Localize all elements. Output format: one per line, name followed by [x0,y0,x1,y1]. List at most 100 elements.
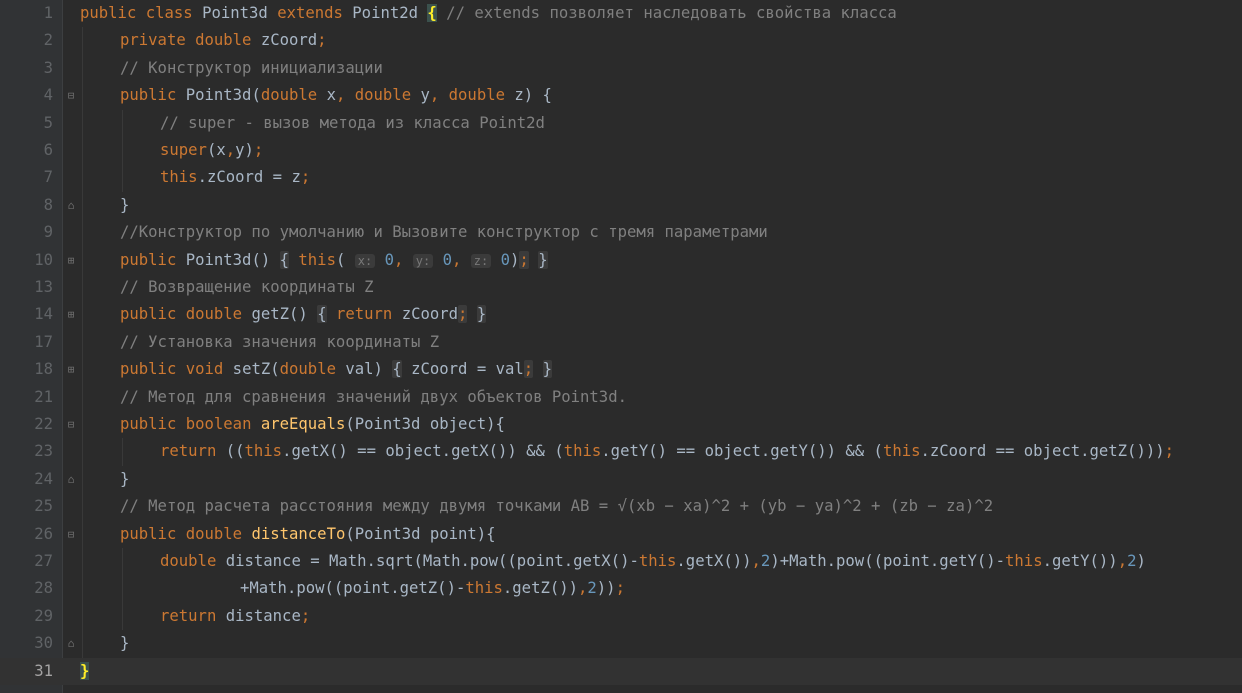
code-line[interactable]: 18 ⊞ public void setZ(double val) { zCoord… [0,356,1242,384]
code-line[interactable]: 14 ⊞ public double getZ() { return zCoord;… [0,301,1242,329]
code-text[interactable]: double distance = Math.sqrt(Math.pow((po… [160,552,1146,571]
code-line[interactable]: 27 double distance = Math.sqrt(Math.pow((… [0,548,1242,576]
code-line[interactable]: 22 ⊟ public boolean areEquals(Point3d obje… [0,411,1242,439]
line-number[interactable]: 3 [0,59,53,78]
fold-expand-icon[interactable]: ⊞ [66,255,76,266]
code-line[interactable]: 2 private double zCoord; [0,27,1242,55]
line-number[interactable]: 21 [0,388,53,407]
code-text[interactable]: // Метод расчета расстояния между двумя … [120,497,993,516]
code-line[interactable]: 29 return distance; [0,602,1242,631]
line-number[interactable]: 25 [0,497,53,516]
line-number[interactable]: 5 [0,114,53,133]
line-number[interactable]: 31 [0,662,53,681]
line-number[interactable]: 2 [0,31,53,50]
code-line[interactable]: 30 ⌂} [0,630,1242,658]
code-text[interactable]: public class Point3d extends Point2d { /… [80,4,897,23]
code-text[interactable]: //Конструктор по умолчанию и Вызовите ко… [120,223,768,242]
code-token: } [80,661,90,680]
line-number[interactable]: 29 [0,607,53,626]
code-text[interactable]: public double distanceTo(Point3d point){ [120,525,496,544]
code-line[interactable]: 3 // Конструктор инициализации [0,54,1242,83]
code-text[interactable]: public Point3d(double x, double y, doubl… [120,86,552,105]
code-token: Point2d [342,4,428,22]
code-text[interactable]: public double getZ() { return zCoord; } [120,305,487,324]
line-number[interactable]: 7 [0,168,53,187]
code-line[interactable]: 5 // super - вызов метода из класса Point… [0,109,1242,137]
code-line[interactable]: 31} [0,657,1242,685]
code-text[interactable]: public Point3d() { this( x: 0, y: 0, z: … [120,250,548,271]
line-number[interactable]: 27 [0,552,53,571]
line-number[interactable]: 9 [0,223,53,242]
code-text[interactable]: // Метод для сравнения значений двух объ… [120,388,627,407]
code-text[interactable]: public void setZ(double val) { zCoord = … [120,360,552,379]
line-number[interactable]: 8 [0,196,53,215]
code-line[interactable]: 1 public class Point3d extends Point2d { … [0,0,1242,27]
code-editor[interactable]: 1 public class Point3d extends Point2d { … [0,0,1242,693]
code-text[interactable]: private double zCoord; [120,31,327,50]
code-token: Point3d( [176,86,261,105]
line-number[interactable]: 4 [0,86,53,105]
fold-end-icon[interactable]: ⌂ [66,638,76,649]
code-text[interactable]: // Установка значения координаты Z [120,333,439,352]
code-token: boolean [185,415,252,433]
code-text[interactable]: } [120,196,129,215]
code-text[interactable]: // Конструктор инициализации [120,59,383,78]
line-number[interactable]: 14 [0,305,53,324]
code-text[interactable]: return ((this.getX() == object.getX()) &… [160,442,1174,461]
code-line[interactable]: 26 ⊟ public double distanceTo(Point3d poin… [0,520,1242,548]
line-number[interactable]: 18 [0,360,53,379]
code-line[interactable]: 23 return ((this.getX() == object.getX())… [0,438,1242,466]
code-line[interactable]: 24 ⌂} [0,465,1242,494]
code-line[interactable]: 25 // Метод расчета расстояния между двум… [0,493,1242,521]
code-text[interactable]: // super - вызов метода из класса Point2… [160,114,545,133]
line-number[interactable]: 24 [0,470,53,489]
line-number[interactable]: 13 [0,278,53,297]
code-text[interactable]: super(x,y); [160,141,263,160]
code-line[interactable]: 4 ⊟ public Point3d(double x, double y, dou… [0,82,1242,110]
code-line[interactable]: 8 ⌂} [0,191,1242,220]
fold-collapse-icon[interactable]: ⊟ [66,90,76,101]
code-token: ((point.getZ()- [324,579,466,598]
code-text[interactable]: // Возвращение координаты Z [120,278,373,297]
code-token: , [225,141,236,159]
fold-end-icon[interactable]: ⌂ [66,200,76,211]
code-text[interactable]: +Math.pow((point.getZ()-this.getZ()),2))… [240,579,625,598]
code-text[interactable]: } [120,634,129,653]
line-number[interactable]: 6 [0,141,53,160]
code-token: .zCoord = z [197,168,301,187]
line-number[interactable]: 30 [0,634,53,653]
fold-expand-icon[interactable]: ⊞ [66,364,76,375]
line-number[interactable]: 1 [0,4,53,23]
code-text[interactable]: return distance; [160,607,310,626]
code-text[interactable]: this.zCoord = z; [160,168,310,187]
code-line[interactable]: 13 // Возвращение координаты Z [0,274,1242,302]
fold-end-icon[interactable]: ⌂ [66,474,76,485]
line-number[interactable]: 10 [0,251,53,270]
line-number[interactable]: 26 [0,525,53,544]
code-text[interactable]: public boolean areEquals(Point3d object)… [120,415,505,434]
line-number[interactable]: 22 [0,415,53,434]
code-token: distanceTo [251,524,346,543]
code-token: this [298,250,336,269]
fold-collapse-icon[interactable]: ⊟ [66,529,76,540]
fold-collapse-icon[interactable]: ⊟ [66,419,76,430]
code-text[interactable]: } [80,661,90,681]
code-line[interactable]: 10 ⊞ public Point3d() { this( x: 0, y: 0, … [0,246,1242,274]
code-line[interactable]: 28 +Math.pow((point.getZ()-this.getZ()),2… [0,575,1242,603]
line-number[interactable]: 23 [0,442,53,461]
code-token: { [279,250,290,269]
code-line[interactable]: 6 super(x,y); [0,137,1242,165]
line-number[interactable]: 28 [0,579,53,598]
indent-guide [82,575,83,603]
code-line[interactable]: 7 this.zCoord = z; [0,164,1242,192]
code-token: return [160,606,217,625]
code-line[interactable]: 9 //Конструктор по умолчанию и Вызовите к… [0,219,1242,247]
code-line[interactable]: 21 // Метод для сравнения значений двух о… [0,383,1242,411]
code-line[interactable]: 17 // Установка значения координаты Z [0,328,1242,357]
code-token: distance [216,606,301,625]
line-number[interactable]: 17 [0,333,53,352]
code-text[interactable]: } [120,470,129,489]
fold-expand-icon[interactable]: ⊞ [66,309,76,320]
